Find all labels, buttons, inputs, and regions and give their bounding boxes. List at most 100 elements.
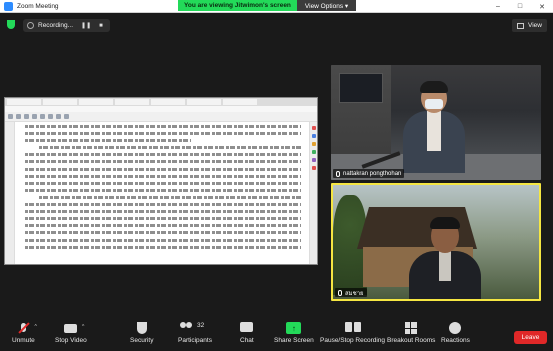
shared-tab xyxy=(151,99,185,105)
pdf-side-tool-icon xyxy=(311,166,316,170)
participant-video-person xyxy=(409,217,481,299)
doc-text-line xyxy=(25,238,301,242)
view-options-button[interactable]: View Options ▾ xyxy=(296,0,357,11)
pause-recording-icon[interactable]: ❚❚ xyxy=(81,22,91,29)
doc-text-line xyxy=(25,160,301,164)
doc-text-line xyxy=(25,203,301,207)
stop-recording-icon[interactable]: ■ xyxy=(99,23,103,29)
pdf-tool-icon xyxy=(32,114,37,119)
doc-text-line xyxy=(39,146,301,150)
participant-name-tag: สมชาย xyxy=(335,288,367,297)
pdf-tool-icon xyxy=(40,114,45,119)
shared-tab xyxy=(187,99,221,105)
recording-label: Recording... xyxy=(38,22,74,29)
security-shield-icon xyxy=(135,322,148,334)
doc-text-line xyxy=(25,139,191,143)
participant-name-tag: nattakran pongthohan xyxy=(333,169,405,178)
shared-right-tools xyxy=(309,122,317,264)
pdf-side-tool-icon xyxy=(311,126,316,130)
recording-indicator: Recording... ❚❚ ■ xyxy=(23,19,110,32)
recording-controls-label: Pause/Stop Recording xyxy=(320,337,386,344)
background-monitor xyxy=(339,73,383,103)
muted-microphone-icon: ^ xyxy=(17,322,37,334)
shared-document-page xyxy=(19,122,307,264)
doc-text-line xyxy=(25,231,301,235)
share-screen-icon: ↑ xyxy=(286,322,302,334)
shared-screen[interactable] xyxy=(4,97,318,265)
doc-text-line xyxy=(25,181,301,185)
minimize-button[interactable]: – xyxy=(487,0,509,13)
participants-button[interactable]: 32 Participants xyxy=(178,322,212,344)
chat-label: Chat xyxy=(240,337,254,344)
doc-text-line xyxy=(25,153,301,157)
doc-text-line xyxy=(25,217,301,221)
share-screen-button[interactable]: ↑ Share Screen xyxy=(274,322,314,344)
close-button[interactable]: ✕ xyxy=(531,0,553,13)
active-speaker-video-tile[interactable]: สมชาย xyxy=(331,183,541,301)
shared-left-pane xyxy=(5,122,15,264)
pdf-side-tool-icon xyxy=(311,150,316,154)
participant-video-person xyxy=(403,81,465,173)
encryption-shield-icon[interactable] xyxy=(7,20,15,29)
pdf-tool-icon xyxy=(16,114,21,119)
doc-text-line xyxy=(25,167,301,171)
window-title: Zoom Meeting xyxy=(17,2,59,10)
zoom-logo-icon xyxy=(4,1,13,11)
leave-meeting-button[interactable]: Leave xyxy=(514,331,547,344)
recording-dot-icon xyxy=(27,22,34,29)
video-camera-icon: ^ xyxy=(64,322,84,334)
participants-icon: 32 xyxy=(179,322,210,334)
meeting-controls-bar: ^ Unmute ^ Stop Video Security 32 Partic… xyxy=(0,318,553,351)
window-controls: – □ ✕ xyxy=(487,0,553,13)
doc-text-line xyxy=(25,174,301,178)
shared-tab xyxy=(223,99,257,105)
pdf-side-tool-icon xyxy=(311,158,316,162)
doc-text-line xyxy=(25,210,301,214)
breakout-rooms-button[interactable]: Breakout Rooms xyxy=(387,322,435,344)
participants-label: Participants xyxy=(178,337,212,344)
participant-name: nattakran pongthohan xyxy=(343,170,402,177)
security-button[interactable]: Security xyxy=(130,322,153,344)
muted-mic-icon xyxy=(338,289,342,296)
shared-pdf-toolbar xyxy=(5,112,317,122)
view-layout-button[interactable]: View xyxy=(512,19,547,32)
pdf-tool-icon xyxy=(56,114,61,119)
pdf-tool-icon xyxy=(48,114,53,119)
participant-video-tile[interactable]: nattakran pongthohan xyxy=(331,65,541,180)
shared-tab xyxy=(79,99,113,105)
shared-browser-tabs xyxy=(5,98,317,106)
muted-mic-icon xyxy=(336,170,340,177)
chat-button[interactable]: Chat xyxy=(240,322,254,344)
doc-text-line xyxy=(25,245,301,249)
shared-tab xyxy=(7,99,41,105)
pdf-tool-icon xyxy=(8,114,13,119)
screen-share-banner: You are viewing Jitwimon's screen View O… xyxy=(178,0,357,11)
maximize-button[interactable]: □ xyxy=(509,0,531,13)
security-label: Security xyxy=(130,337,154,344)
breakout-rooms-label: Breakout Rooms xyxy=(387,337,436,344)
pdf-side-tool-icon xyxy=(311,142,316,146)
pause-stop-recording-button[interactable]: Pause/Stop Recording xyxy=(320,322,385,344)
unmute-label: Unmute xyxy=(12,337,35,344)
doc-text-line xyxy=(25,188,301,192)
unmute-button[interactable]: ^ Unmute xyxy=(12,322,37,344)
participant-name: สมชาย xyxy=(345,290,364,297)
pdf-side-tool-icon xyxy=(311,134,316,138)
share-screen-label: Share Screen xyxy=(274,337,314,344)
layout-grid-icon xyxy=(517,22,525,29)
reactions-label: Reactions xyxy=(441,337,470,344)
stop-video-button[interactable]: ^ Stop Video xyxy=(55,322,87,344)
doc-text-line xyxy=(39,195,301,199)
view-label: View xyxy=(528,22,542,29)
doc-text-line xyxy=(25,224,301,228)
reactions-button[interactable]: Reactions xyxy=(441,322,470,344)
pdf-tool-icon xyxy=(64,114,69,119)
shared-tab xyxy=(43,99,77,105)
viewing-indicator: You are viewing Jitwimon's screen xyxy=(178,0,297,11)
recording-controls-icon xyxy=(344,322,362,334)
doc-text-line xyxy=(25,132,301,136)
doc-text-line xyxy=(25,125,301,128)
participants-count: 32 xyxy=(196,322,205,329)
meeting-topbar: Recording... ❚❚ ■ View xyxy=(0,14,553,36)
pdf-tool-icon xyxy=(24,114,29,119)
